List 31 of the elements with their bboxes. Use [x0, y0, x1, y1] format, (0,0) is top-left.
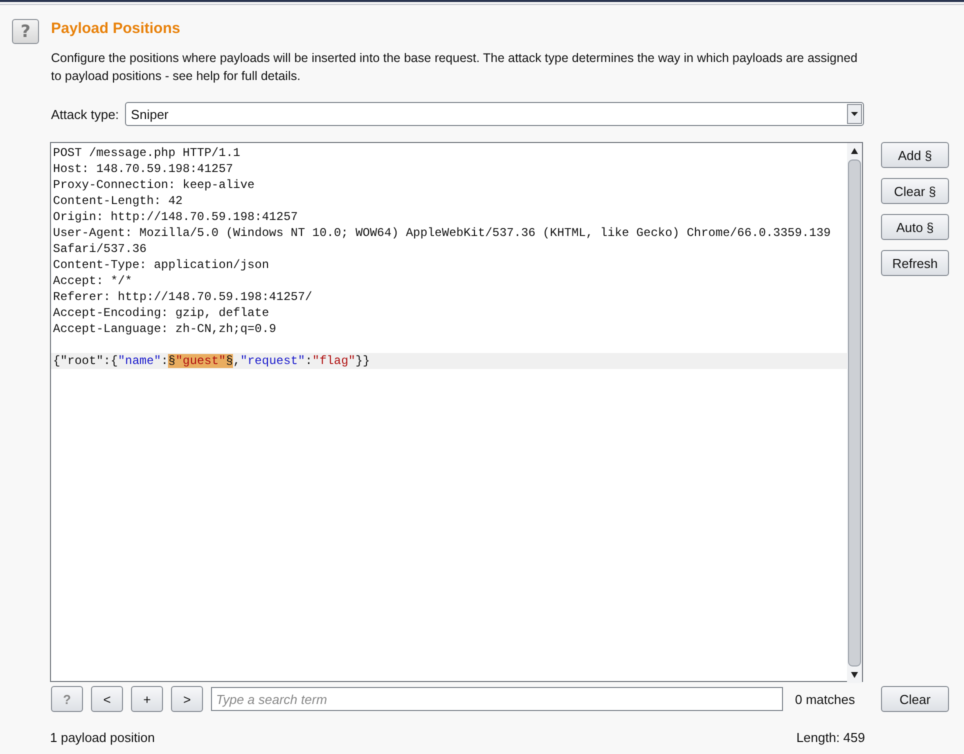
- side-button[interactable]: Add §: [881, 142, 949, 168]
- request-line: User-Agent: Mozilla/5.0 (Windows NT 10.0; WOW64) AppleWebKit/537.36 (KHTML, like Gecko) Chrome/66.0.3359.139: [52, 225, 832, 241]
- description-text: Configure the positions where payloads will be inserted into the base request. The attack type determines the way in which payloads are assigned to payload positions - see help for full details.: [51, 50, 858, 85]
- side-button[interactable]: Clear §: [881, 178, 949, 204]
- request-line: Host: 148.70.59.198:41257: [52, 161, 234, 177]
- request-editor[interactable]: [50, 142, 863, 682]
- attack-type-label: Attack type:: [51, 106, 119, 122]
- search-field[interactable]: Type a search term: [211, 687, 783, 711]
- side-button[interactable]: Refresh: [881, 250, 949, 276]
- request-line: Referer: http://148.70.59.198:41257/: [52, 289, 314, 305]
- side-button[interactable]: Auto §: [881, 214, 949, 240]
- help-button[interactable]: ?: [12, 19, 39, 44]
- request-line: Accept-Encoding: gzip, deflate: [52, 305, 270, 321]
- request-line: Accept: */*: [52, 273, 134, 289]
- attack-type-dropdown[interactable]: Sniper: [124, 102, 864, 126]
- request-line: POST /message.php HTTP/1.1: [52, 145, 242, 161]
- length-text: Length: 459: [796, 730, 865, 745]
- search-nav-button[interactable]: >: [171, 686, 203, 712]
- request-line: Accept-Language: zh-CN,zh;q=0.9: [52, 321, 278, 337]
- request-line: Content-Type: application/json: [52, 257, 270, 273]
- request-line: Safari/537.36: [52, 241, 148, 257]
- match-count: 0 matches: [795, 692, 855, 706]
- request-line: Content-Length: 42: [52, 193, 184, 209]
- search-nav-button[interactable]: +: [131, 686, 163, 712]
- search-nav-button[interactable]: <: [91, 686, 123, 712]
- request-line: Proxy-Connection: keep-alive: [52, 177, 256, 193]
- scrollbar[interactable]: [847, 143, 862, 683]
- clear-button[interactable]: Clear: [881, 686, 949, 712]
- request-line: Origin: http://148.70.59.198:41257: [52, 209, 299, 225]
- payload-count: 1 payload position: [50, 730, 155, 745]
- section-title: Payload Positions: [51, 20, 182, 37]
